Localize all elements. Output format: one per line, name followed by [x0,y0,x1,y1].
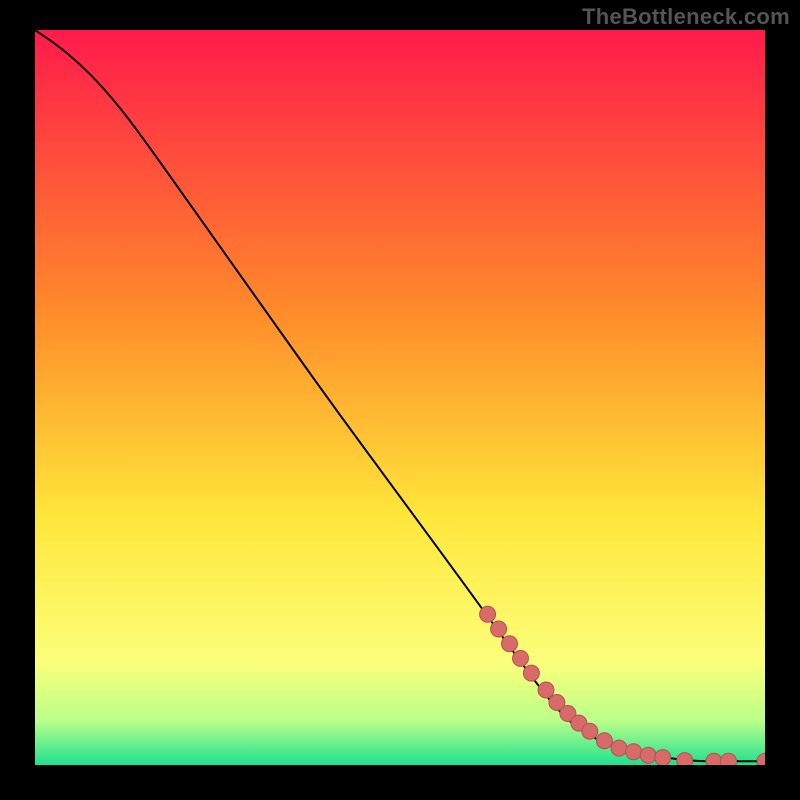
watermark-text: TheBottleneck.com [582,4,790,30]
data-marker [523,665,539,681]
data-marker [538,682,554,698]
data-marker [582,723,598,739]
data-marker [596,733,612,749]
data-marker [611,740,627,756]
chart-frame: TheBottleneck.com [0,0,800,800]
data-marker [502,636,518,652]
data-marker [513,650,529,666]
data-marker [721,753,737,765]
chart-svg [35,30,765,765]
data-marker [677,753,693,765]
data-marker [706,753,722,765]
data-marker [640,747,656,763]
plot-area [35,30,765,765]
data-marker [626,744,642,760]
data-marker [491,621,507,637]
data-marker [480,606,496,622]
data-marker [655,750,671,765]
